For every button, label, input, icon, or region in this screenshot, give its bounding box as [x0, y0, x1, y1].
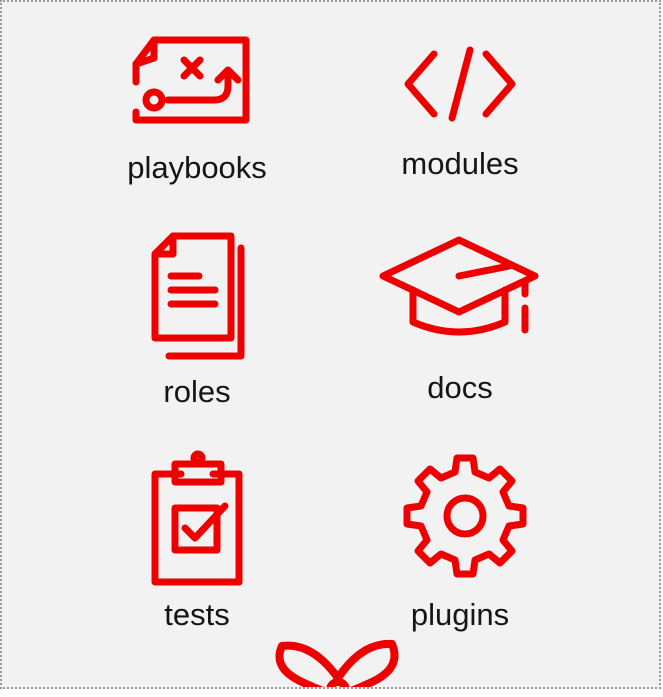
docs-label: docs: [427, 370, 493, 405]
map-play-icon: [130, 34, 252, 126]
code-icon: [404, 46, 516, 122]
playbooks-label: playbooks: [127, 150, 267, 185]
gear-icon: [402, 453, 528, 579]
graduation-cap-icon: [379, 236, 539, 336]
modules-label: modules: [401, 146, 519, 181]
atom-icon: [272, 638, 402, 687]
clipboard-check-icon: [151, 450, 245, 586]
tests-label: tests: [164, 597, 230, 632]
plugins-label: plugins: [410, 597, 510, 632]
document-stack-icon: [151, 232, 251, 362]
diagram-panel: playbooks modules roles docs tests plugi…: [0, 0, 661, 689]
roles-label: roles: [163, 374, 231, 409]
